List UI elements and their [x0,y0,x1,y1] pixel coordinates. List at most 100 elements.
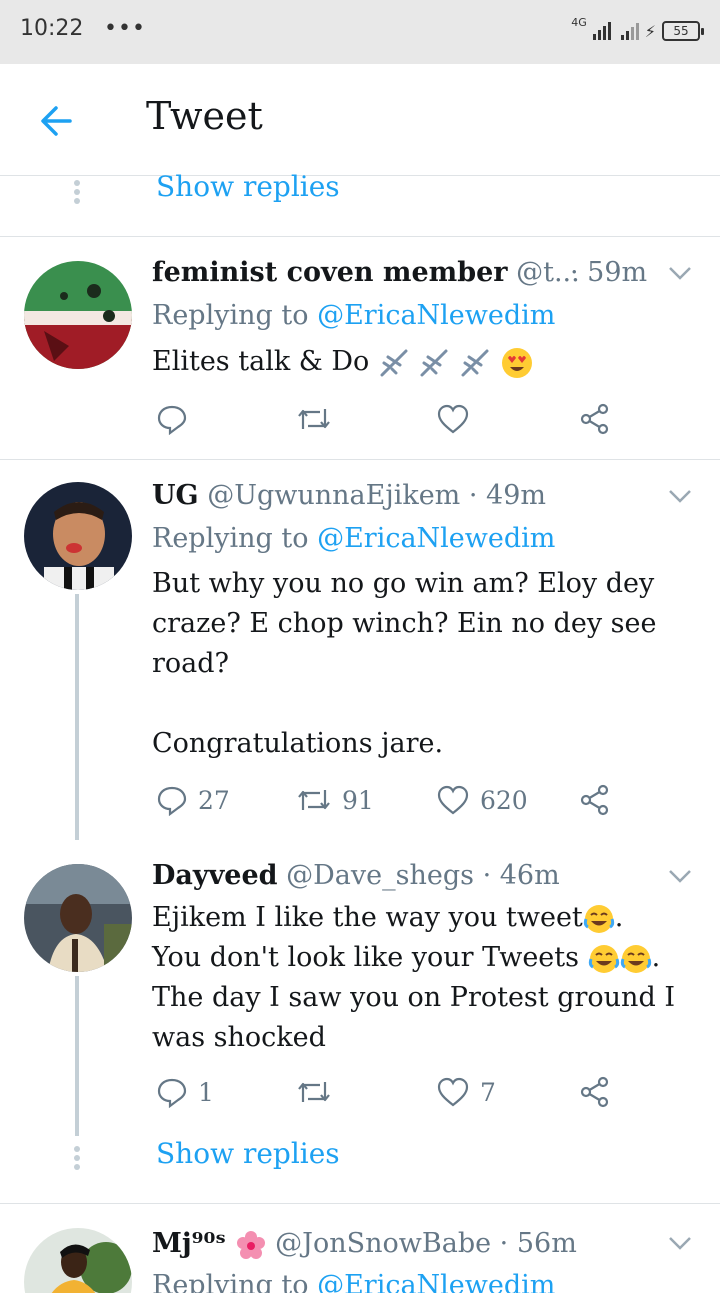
tweet-time: · 56m [499,1228,577,1259]
display-name[interactable]: Mj⁹⁰ˢ [152,1228,226,1259]
avatar[interactable] [24,864,132,972]
avatar[interactable] [24,261,132,369]
tweet[interactable]: Dayveed @Dave_shegs · 46m Ejikem I like … [0,840,720,1136]
tweet-time: · 46m [482,860,560,891]
tweet-actions: 27 91 620 [152,780,622,820]
tweet-text-line: craze? E chop winch? Ein no dey see [152,608,657,639]
share-icon [580,1076,609,1108]
chevron-down-icon[interactable] [668,266,692,280]
replying-prefix: Replying to [152,300,309,331]
user-handle[interactable]: @UgwunnaEjikem [207,480,460,511]
app-header: Tweet [0,64,720,176]
reply-count: 1 [198,1077,214,1107]
airplane-emoji-icon [380,349,408,376]
share-icon [580,784,609,816]
chevron-down-icon[interactable] [668,1236,692,1250]
tweet-text-segment: Ejikem I like the way you tweet [152,902,583,933]
tweet-text-line: Ejikem I like the way you tweet. [152,898,702,938]
reply-button[interactable]: 27 [156,780,230,820]
status-time: 10:22 [20,16,84,41]
airplane-emoji-icon [420,349,448,376]
signal-icon [592,22,611,40]
display-name[interactable]: Dayveed [152,860,278,891]
retweet-button[interactable] [296,399,342,439]
battery-icon: 55 [662,21,704,41]
retweet-button[interactable]: 91 [296,780,374,820]
share-button[interactable] [578,780,612,820]
tweet-text: Ejikem I like the way you tweet. You don… [152,898,702,1058]
share-button[interactable] [578,1072,612,1112]
user-handle[interactable]: @JonSnowBabe [275,1228,491,1259]
like-button[interactable]: 7 [436,1072,496,1112]
share-button[interactable] [578,399,612,439]
tweet-actions [152,399,622,439]
avatar-image [24,1228,132,1293]
tweet[interactable]: UG @UgwunnaEjikem · 49m Replying to @Eri… [0,460,720,840]
thread-dots [74,1146,80,1170]
tweet-time: · 49m [468,480,546,511]
charging-icon: ⚡ [644,21,656,41]
notification-dots: ••• [104,16,146,41]
like-count: 7 [480,1077,496,1107]
heart-icon [437,404,469,434]
retweet-icon [298,1082,330,1102]
retweet-icon [298,790,330,810]
tweet[interactable]: feminist coven member @t... · 59m Replyi… [0,237,720,459]
like-button[interactable] [436,399,480,439]
tweet-header: Mj⁹⁰ˢ @JonSnowBabe · 56m [152,1228,577,1261]
user-handle[interactable]: @Dave_shegs [286,860,474,891]
reply-button[interactable]: 1 [156,1072,214,1112]
thread-dots [74,180,80,204]
laughing-emoji-icon [588,944,619,973]
like-count: 620 [480,785,528,815]
page-title: Tweet [146,94,263,138]
reply-count: 27 [198,785,230,815]
replying-prefix: Replying to [152,1270,309,1293]
heart-icon [437,1077,469,1107]
avatar[interactable] [24,1228,132,1293]
avatar-image [24,482,132,590]
tweet-header: feminist coven member @t... [152,257,580,288]
reply-button[interactable] [156,399,198,439]
heart-icon [437,785,469,815]
laughing-emoji-icon [620,944,651,973]
retweet-icon [298,409,330,429]
retweet-button[interactable] [296,1072,342,1112]
back-arrow-icon[interactable] [36,100,78,142]
tweet-text: Elites talk & Do [152,342,702,382]
status-bar: 10:22 ••• 4G ⚡ 55 [0,0,720,64]
display-name[interactable]: UG [152,480,199,511]
like-button[interactable]: 620 [436,780,528,820]
replying-prefix: Replying to [152,523,309,554]
flower-emoji-icon [236,1230,265,1259]
reply-icon [157,1078,187,1108]
avatar-image [24,261,132,369]
tweet-header: Dayveed @Dave_shegs · 46m [152,860,560,891]
chevron-down-icon[interactable] [668,869,692,883]
reply-icon [157,405,187,435]
tweet-text-segment: You don't look like your Tweets [152,942,579,973]
thread-line [75,594,79,840]
tweet-text-content: Elites talk & Do [152,346,370,377]
show-replies-link[interactable]: Show replies [156,1137,340,1170]
tweet-actions: 1 7 [152,1072,622,1112]
laughing-emoji-icon [583,904,614,933]
show-replies-link[interactable]: Show replies [156,170,340,203]
replying-handle[interactable]: @EricaNlewedim [317,1270,555,1293]
display-name[interactable]: feminist coven member [152,257,508,288]
tweet-text-line [152,684,702,724]
tweet-text: But why you no go win am? Eloy dey craze… [152,564,702,764]
replying-handle[interactable]: @EricaNlewedim [317,523,555,554]
tweet-text-line: The day I saw you on Protest ground I [152,982,675,1013]
retweet-count: 91 [342,785,374,815]
replying-to: Replying to @EricaNlewedim [152,1270,555,1293]
tweet-text-line: was shocked [152,1022,326,1053]
tweet-text-line: But why you no go win am? Eloy dey [152,568,655,599]
avatar[interactable] [24,482,132,590]
network-type: 4G [571,16,587,29]
replying-handle[interactable]: @EricaNlewedim [317,300,555,331]
status-indicators: 4G ⚡ 55 [571,14,704,48]
tweet[interactable]: Mj⁹⁰ˢ @JonSnowBabe · 56m Replying to @Er… [0,1204,720,1293]
chevron-down-icon[interactable] [668,489,692,503]
reply-icon [157,786,187,816]
